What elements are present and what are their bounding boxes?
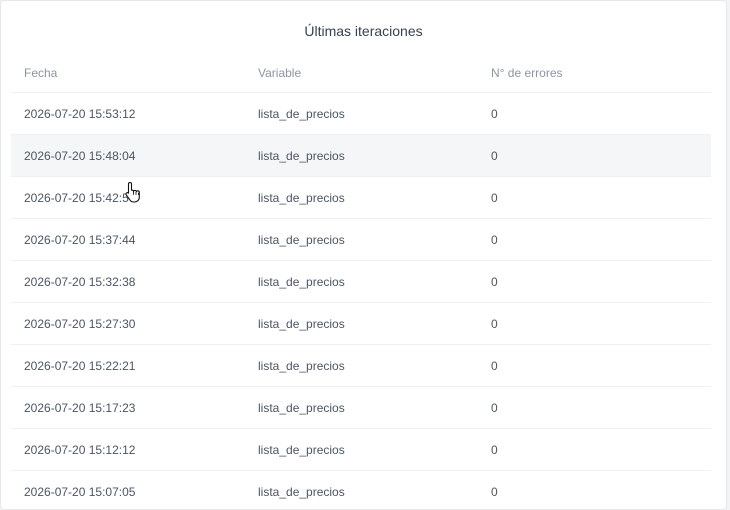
table-row[interactable]: 2026-07-20 15:42:5 lista_de_precios 0 (11, 177, 711, 219)
cell-errores: 0 (491, 400, 498, 415)
cell-variable: lista_de_precios (258, 484, 345, 499)
cell-errores: 0 (491, 274, 498, 289)
iterations-panel: Últimas iteraciones Fecha Variable N° de… (0, 0, 727, 510)
cell-errores: 0 (491, 148, 498, 163)
cell-fecha: 2026-07-20 15:37:44 (24, 232, 136, 247)
cell-fecha: 2026-07-20 15:17:23 (24, 400, 136, 415)
cell-variable: lista_de_precios (258, 274, 345, 289)
cell-errores: 0 (491, 316, 498, 331)
cell-fecha: 2026-07-20 15:53:12 (24, 106, 136, 121)
cell-variable: lista_de_precios (258, 106, 345, 121)
table-header: Fecha Variable N° de errores (11, 53, 711, 93)
cell-fecha: 2026-07-20 15:32:38 (24, 274, 136, 289)
table-row[interactable]: 2026-07-20 15:48:04 lista_de_precios 0 (11, 135, 711, 177)
column-header-errores: N° de errores (491, 65, 563, 80)
column-header-fecha: Fecha (24, 65, 58, 80)
cell-errores: 0 (491, 358, 498, 373)
cell-variable: lista_de_precios (258, 148, 345, 163)
cell-variable: lista_de_precios (258, 316, 345, 331)
table-row[interactable]: 2026-07-20 15:07:05 lista_de_precios 0 (11, 471, 711, 509)
cell-fecha: 2026-07-20 15:22:21 (24, 358, 136, 373)
table-row[interactable]: 2026-07-20 15:12:12 lista_de_precios 0 (11, 429, 711, 471)
cell-variable: lista_de_precios (258, 190, 345, 205)
cell-errores: 0 (491, 484, 498, 499)
cell-errores: 0 (491, 232, 498, 247)
table-row[interactable]: 2026-07-20 15:32:38 lista_de_precios 0 (11, 261, 711, 303)
column-header-variable: Variable (258, 65, 302, 80)
iterations-table: Fecha Variable N° de errores 2026-07-20 … (11, 53, 711, 509)
cell-fecha: 2026-07-20 15:27:30 (24, 316, 136, 331)
cell-fecha: 2026-07-20 15:12:12 (24, 442, 136, 457)
cell-errores: 0 (491, 106, 498, 121)
cell-variable: lista_de_precios (258, 400, 345, 415)
table-row[interactable]: 2026-07-20 15:53:12 lista_de_precios 0 (11, 93, 711, 135)
panel-title: Últimas iteraciones (304, 23, 423, 39)
cell-fecha: 2026-07-20 15:07:05 (24, 484, 136, 499)
cell-errores: 0 (491, 190, 498, 205)
table-row[interactable]: 2026-07-20 15:17:23 lista_de_precios 0 (11, 387, 711, 429)
cell-variable: lista_de_precios (258, 232, 345, 247)
table-row[interactable]: 2026-07-20 15:27:30 lista_de_precios 0 (11, 303, 711, 345)
cell-fecha: 2026-07-20 15:48:04 (24, 148, 136, 163)
cell-fecha: 2026-07-20 15:42:5 (24, 190, 129, 205)
cell-variable: lista_de_precios (258, 442, 345, 457)
table-row[interactable]: 2026-07-20 15:37:44 lista_de_precios 0 (11, 219, 711, 261)
cell-errores: 0 (491, 442, 498, 457)
table-row[interactable]: 2026-07-20 15:22:21 lista_de_precios 0 (11, 345, 711, 387)
cell-variable: lista_de_precios (258, 358, 345, 373)
